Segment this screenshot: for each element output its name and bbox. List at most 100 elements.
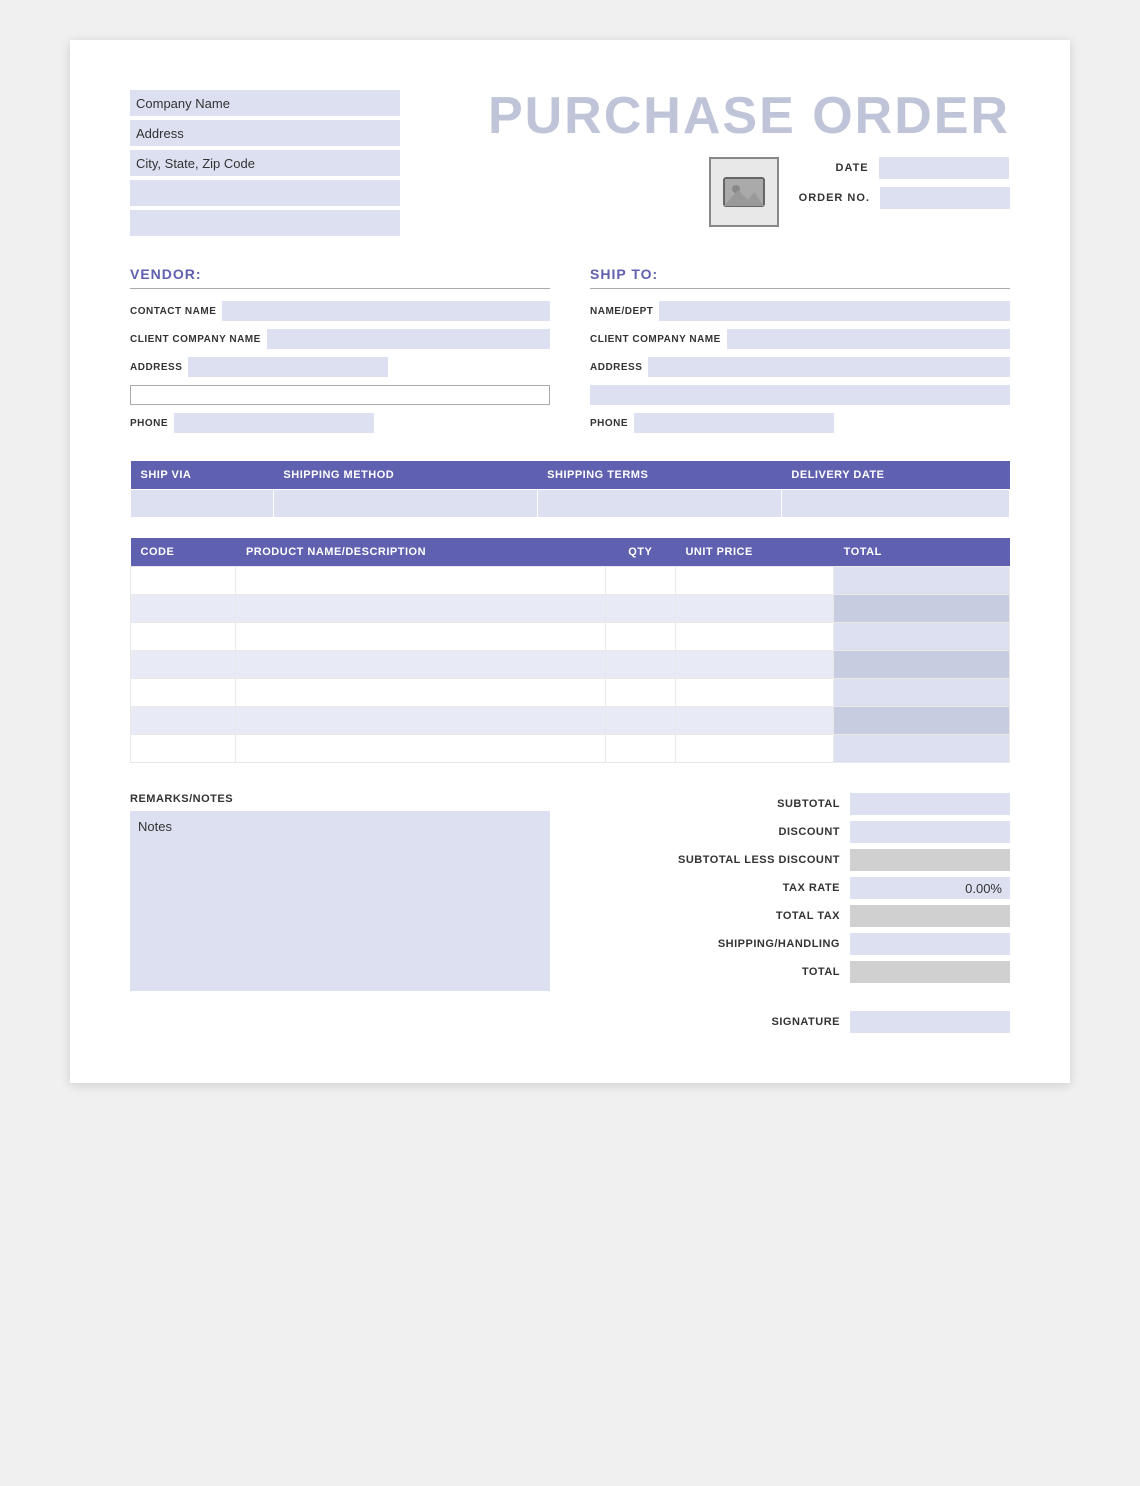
item-total[interactable] [834,679,1010,707]
subtotal-input[interactable] [850,793,1010,815]
company-extra-field-1[interactable] [130,180,400,206]
order-no-label: ORDER NO. [799,192,870,204]
company-name-field[interactable]: Company Name [130,90,400,116]
item-unit-price[interactable] [675,735,833,763]
ship-name-dept-input[interactable] [659,301,1010,321]
item-name[interactable] [236,623,605,651]
vendor-ship-section: VENDOR: CONTACT NAME CLIENT COMPANY NAME… [130,266,1010,441]
vendor-contact-label: CONTACT NAME [130,306,216,317]
signature-input[interactable] [850,1011,1010,1033]
discount-input[interactable] [850,821,1010,843]
delivery-date-cell[interactable] [781,490,1009,518]
item-qty[interactable] [605,623,675,651]
ship-to-title: SHIP TO: [590,266,1010,289]
company-extra-field-2[interactable] [130,210,400,236]
vendor-company-input[interactable] [267,329,550,349]
item-qty[interactable] [605,707,675,735]
item-total[interactable] [834,707,1010,735]
tax-rate-row: TAX RATE 0.00% [590,877,1010,899]
vendor-phone-input[interactable] [174,413,374,433]
subtotal-less-discount-row: SUBTOTAL LESS DISCOUNT [590,849,1010,871]
item-total[interactable] [834,595,1010,623]
ship-address2-input[interactable] [590,385,1010,405]
shipping-method-cell[interactable] [273,490,537,518]
image-icon [722,170,766,214]
tax-rate-input[interactable]: 0.00% [850,877,1010,899]
item-unit-price[interactable] [675,623,833,651]
item-qty[interactable] [605,651,675,679]
table-row [131,707,1010,735]
item-unit-price[interactable] [675,595,833,623]
total-label: TOTAL [660,966,840,978]
header: Company Name Address City, State, Zip Co… [130,90,1010,236]
footer-section: REMARKS/NOTES Notes SUBTOTAL DISCOUNT SU… [130,793,1010,1033]
unit-price-header: UNIT PRICE [675,538,833,567]
ship-company-input[interactable] [727,329,1010,349]
ship-via-cell[interactable] [131,490,274,518]
signature-label: SIGNATURE [660,1016,840,1028]
item-name[interactable] [236,567,605,595]
total-header: TOTAL [834,538,1010,567]
vendor-address-row: ADDRESS [130,357,550,377]
item-qty[interactable] [605,595,675,623]
shipping-terms-cell[interactable] [537,490,781,518]
discount-row: DISCOUNT [590,821,1010,843]
date-row: DATE [799,157,1010,179]
total-tax-input[interactable] [850,905,1010,927]
item-code[interactable] [131,679,236,707]
ship-phone-input[interactable] [634,413,834,433]
item-code[interactable] [131,595,236,623]
item-code[interactable] [131,651,236,679]
code-header: CODE [131,538,236,567]
vendor-phone-label: PHONE [130,418,168,429]
tax-rate-label: TAX RATE [660,882,840,894]
company-address-field[interactable]: Address [130,120,400,146]
total-row: TOTAL [590,961,1010,983]
vendor-phone-row: PHONE [130,413,550,433]
item-qty[interactable] [605,567,675,595]
shipping-handling-input[interactable] [850,933,1010,955]
signature-row: SIGNATURE [590,1011,1010,1033]
item-qty[interactable] [605,679,675,707]
vendor-title: VENDOR: [130,266,550,289]
ship-address-label: ADDRESS [590,362,642,373]
vendor-company-row: CLIENT COMPANY NAME [130,329,550,349]
item-total[interactable] [834,623,1010,651]
totals-block: SUBTOTAL DISCOUNT SUBTOTAL LESS DISCOUNT… [590,793,1010,1033]
date-input[interactable] [879,157,1009,179]
item-unit-price[interactable] [675,707,833,735]
item-code[interactable] [131,567,236,595]
item-unit-price[interactable] [675,567,833,595]
item-name[interactable] [236,735,605,763]
item-name[interactable] [236,679,605,707]
order-no-input[interactable] [880,187,1010,209]
item-name[interactable] [236,595,605,623]
item-name[interactable] [236,707,605,735]
vendor-address2-input[interactable] [130,385,550,405]
item-code[interactable] [131,735,236,763]
ship-via-header: SHIP VIA [131,461,274,490]
item-qty[interactable] [605,735,675,763]
item-total[interactable] [834,735,1010,763]
subtotal-label: SUBTOTAL [660,798,840,810]
table-row [131,679,1010,707]
company-city-state-zip-field[interactable]: City, State, Zip Code [130,150,400,176]
shipping-table: SHIP VIA SHIPPING METHOD SHIPPING TERMS … [130,461,1010,518]
item-code[interactable] [131,707,236,735]
subtotal-less-discount-input[interactable] [850,849,1010,871]
vendor-contact-input[interactable] [222,301,550,321]
vendor-address-input[interactable] [188,357,388,377]
total-tax-row: TOTAL TAX [590,905,1010,927]
item-name[interactable] [236,651,605,679]
item-total[interactable] [834,651,1010,679]
item-code[interactable] [131,623,236,651]
item-unit-price[interactable] [675,651,833,679]
notes-content[interactable]: Notes [130,811,550,991]
vendor-block: VENDOR: CONTACT NAME CLIENT COMPANY NAME… [130,266,550,441]
total-input[interactable] [850,961,1010,983]
notes-block: REMARKS/NOTES Notes [130,793,550,1033]
ship-address-input[interactable] [648,357,1010,377]
item-total[interactable] [834,567,1010,595]
subtotal-less-discount-label: SUBTOTAL LESS DISCOUNT [660,854,840,866]
item-unit-price[interactable] [675,679,833,707]
